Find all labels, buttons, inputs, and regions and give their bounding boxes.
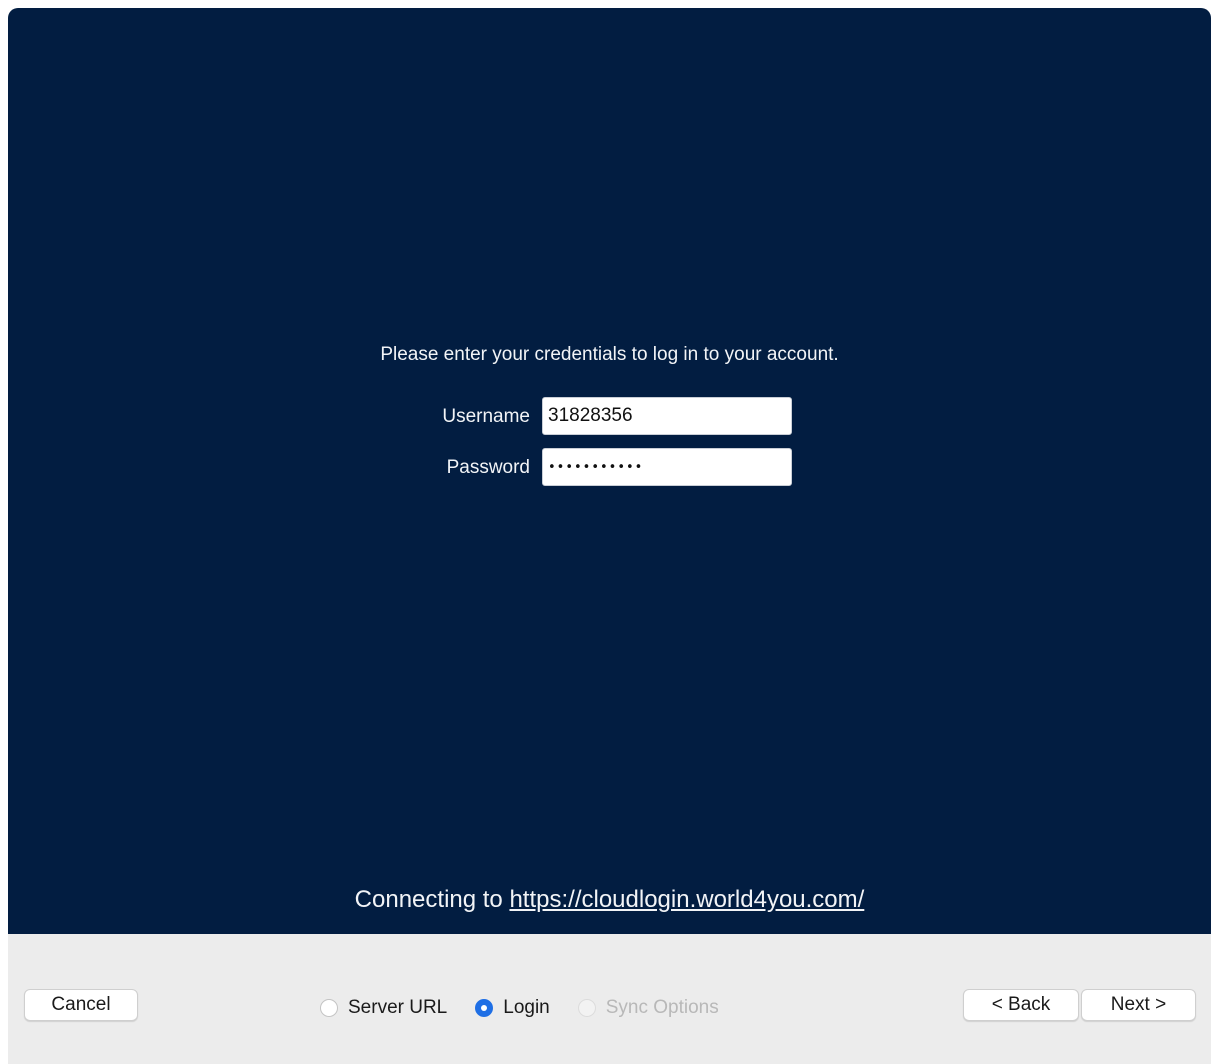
username-label: Username <box>442 406 530 427</box>
back-button[interactable]: < Back <box>963 989 1079 1021</box>
step-label: Server URL <box>348 997 448 1018</box>
step-label: Login <box>503 997 550 1018</box>
username-row: Username <box>8 397 1211 437</box>
step-label: Sync Options <box>605 997 719 1018</box>
password-input[interactable] <box>542 448 792 486</box>
wizard-steps: Server URL Login Sync Options <box>320 994 747 1022</box>
connecting-prefix: Connecting to <box>354 886 503 913</box>
radio-icon[interactable] <box>320 999 338 1017</box>
password-row: Password <box>8 448 1211 488</box>
server-url-link[interactable]: https://cloudlogin.world4you.com/ <box>509 886 864 913</box>
username-input[interactable] <box>542 397 792 435</box>
step-sync-options: Sync Options <box>577 997 719 1019</box>
step-login[interactable]: Login <box>475 997 550 1019</box>
radio-disabled-icon <box>577 999 596 1017</box>
setup-wizard-window: Please enter your credentials to log in … <box>8 8 1211 1064</box>
credentials-panel: Please enter your credentials to log in … <box>8 8 1211 934</box>
wizard-footer: Cancel Server URL Login Sync Options < B… <box>8 934 1211 1064</box>
instruction-text: Please enter your credentials to log in … <box>380 344 839 365</box>
radio-selected-icon[interactable] <box>475 999 494 1017</box>
next-button[interactable]: Next > <box>1081 989 1196 1021</box>
connection-status: Connecting to https://cloudlogin.world4y… <box>8 886 1211 914</box>
cancel-button[interactable]: Cancel <box>24 989 138 1021</box>
step-server-url[interactable]: Server URL <box>320 997 447 1019</box>
password-label: Password <box>446 457 530 478</box>
